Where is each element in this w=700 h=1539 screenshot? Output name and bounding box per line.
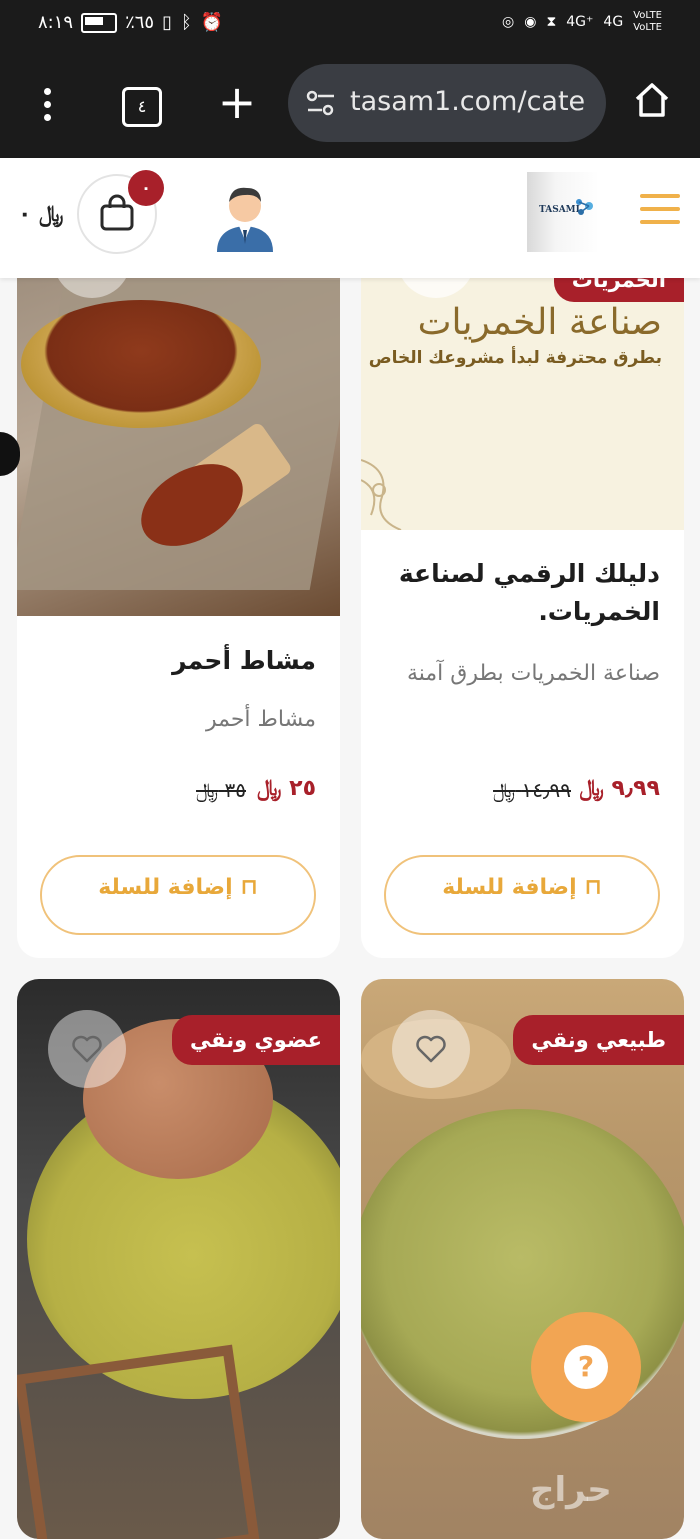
status-bar: ٨:١٩ ٪٦٥ ▯ ᛒ ⏰ ◎ ◉ ⧗ 4G⁺ 4G VoLTE VoLTE: [0, 0, 700, 50]
currency-symbol: ﷼: [493, 778, 516, 802]
price-value: ٩٫٩٩: [611, 776, 660, 801]
currency-symbol: ﷼: [196, 778, 219, 802]
site-settings-icon[interactable]: [306, 90, 336, 116]
add-to-cart-label: ⊓ إضافة للسلة: [442, 875, 602, 900]
product-title[interactable]: مشاط أحمر: [36, 642, 316, 680]
browser-menu-icon[interactable]: [36, 88, 58, 124]
product-badge: طبيعي ونقي: [513, 1015, 684, 1065]
question-icon: ?: [564, 1345, 608, 1389]
browser-toolbar: ٤ + tasam1.com/cate: [0, 50, 700, 158]
price-value: ٢٥: [289, 776, 316, 801]
heart-icon: [416, 1035, 446, 1063]
clock: ٨:١٩: [38, 12, 74, 33]
cart-count-badge: ٠: [128, 170, 164, 206]
product-old-price: ١٤٫٩٩ ﷼: [493, 778, 571, 802]
bag-icon: ⊓: [240, 875, 258, 900]
vibrate-icon: ▯: [162, 12, 173, 33]
product-description: صناعة الخمريات بطرق آمنة: [406, 661, 660, 686]
hourglass-icon: ⧗: [546, 14, 557, 30]
new-tab-button[interactable]: +: [217, 78, 257, 128]
watermark: حراج: [530, 1470, 612, 1510]
battery-icon: [81, 12, 118, 33]
product-badge: عضوي ونقي: [171, 1015, 340, 1065]
decorative-ornament: [361, 459, 402, 530]
product-card[interactable]: عضوي ونقي: [17, 979, 340, 1539]
signal-1: 4G⁺: [566, 14, 594, 30]
help-button[interactable]: ?: [531, 1312, 641, 1422]
whatsapp-icon: ◉: [524, 14, 537, 30]
alarm-icon: ⏰: [200, 12, 225, 33]
old-price-value: ٣٥: [224, 778, 246, 802]
product-image[interactable]: عضوي ونقي: [17, 979, 340, 1539]
bluetooth-icon: ᛒ: [181, 12, 193, 33]
add-to-cart-label: ⊓ إضافة للسلة: [98, 875, 258, 900]
volte-indicator: VoLTE VoLTE: [633, 10, 662, 34]
whatsapp-business-icon: ◎: [502, 14, 515, 30]
add-to-cart-button[interactable]: ⊓ إضافة للسلة: [384, 855, 660, 935]
volte-1: VoLTE: [633, 10, 662, 21]
volte-2: VoLTE: [633, 22, 662, 33]
product-card[interactable]: طبيعي ونقي: [361, 979, 684, 1539]
product-card[interactable]: الخمريات صناعة الخمريات بطرق محترفة لبدأ…: [361, 240, 684, 958]
product-image[interactable]: الخمريات صناعة الخمريات بطرق محترفة لبدأ…: [361, 240, 684, 530]
tab-switcher-button[interactable]: ٤: [122, 87, 162, 127]
site-logo[interactable]: TASAMI: [527, 172, 599, 252]
signal-2: 4G: [603, 14, 624, 30]
product-description: مشاط أحمر: [205, 707, 316, 732]
site-header: ﷼ ٠ ٠ TASAMI: [0, 158, 700, 278]
product-title[interactable]: دليلك الرقمي لصناعة الخمريات.: [380, 555, 660, 631]
product-card[interactable]: مشاط أحمر مشاط أحمر ٢٥ ﷼ ٣٥ ﷼ ⊓ إضافة لل…: [17, 240, 340, 958]
shopping-bag-icon: [100, 194, 134, 231]
image-caption-sub: بطرق محترفة لبدأ مشروعك الخاص: [368, 348, 662, 368]
cart-total: ﷼ ٠: [18, 202, 63, 227]
account-avatar-icon[interactable]: [213, 178, 277, 252]
status-right: ◎ ◉ ⧗ 4G⁺ 4G VoLTE VoLTE: [502, 10, 662, 34]
image-caption-title: صناعة الخمريات: [417, 302, 662, 343]
product-price: ٩٫٩٩ ﷼: [579, 776, 660, 801]
currency-symbol: ﷼: [39, 202, 64, 227]
battery-percent: ٪٦٥: [125, 12, 155, 33]
currency-symbol: ﷼: [257, 776, 282, 801]
wishlist-button[interactable]: [392, 1010, 470, 1088]
status-left: ٨:١٩ ٪٦٥ ▯ ᛒ ⏰: [38, 12, 224, 33]
product-price: ٢٥ ﷼: [257, 776, 316, 801]
home-icon[interactable]: [632, 80, 672, 120]
cart-total-value: ٠: [18, 202, 32, 227]
product-image[interactable]: [17, 240, 340, 616]
product-old-price: ٣٥ ﷼: [196, 778, 246, 802]
wishlist-button[interactable]: [48, 1010, 126, 1088]
bag-icon: ⊓: [584, 875, 602, 900]
currency-symbol: ﷼: [579, 776, 604, 801]
wooden-board: [17, 1344, 260, 1539]
old-price-value: ١٤٫٩٩: [521, 778, 571, 802]
url-text: tasam1.com/cate: [350, 86, 586, 117]
logo-molecule-icon: [576, 199, 593, 215]
product-image[interactable]: طبيعي ونقي: [361, 979, 684, 1539]
heart-icon: [72, 1035, 102, 1063]
address-bar[interactable]: tasam1.com/cate: [288, 64, 606, 142]
menu-hamburger-icon[interactable]: [640, 194, 680, 226]
powder-bowl: [21, 300, 261, 428]
add-to-cart-button[interactable]: ⊓ إضافة للسلة: [40, 855, 316, 935]
